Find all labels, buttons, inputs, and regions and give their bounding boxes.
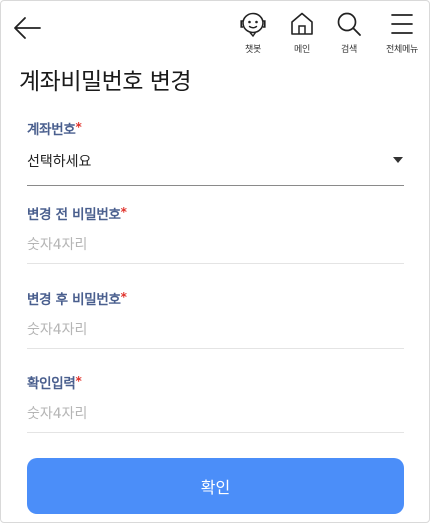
home-icon (291, 12, 313, 35)
main-label: 메인 (294, 45, 310, 55)
required-mark: * (75, 374, 82, 388)
confirm-password-field: 확인입력* (27, 372, 404, 433)
required-mark: * (75, 120, 82, 134)
search-button[interactable]: 검색 (324, 10, 374, 56)
confirm-password-input[interactable] (27, 406, 404, 433)
back-button[interactable] (12, 14, 44, 42)
confirm-password-label: 확인입력* (27, 372, 404, 392)
full-menu-button[interactable]: 전체메뉴 (377, 10, 427, 56)
page-title: 계좌비밀번호 변경 (19, 69, 192, 95)
old-password-field: 변경 전 비밀번호* (27, 203, 404, 264)
main-button[interactable]: 메인 (277, 10, 327, 56)
required-mark: * (120, 290, 127, 304)
account-field: 계좌번호* 선택하세요 (27, 118, 404, 186)
search-icon (337, 12, 361, 36)
account-label: 계좌번호* (27, 118, 404, 138)
required-mark: * (120, 205, 127, 219)
old-password-input[interactable] (27, 237, 404, 264)
account-select[interactable]: 선택하세요 (27, 151, 404, 186)
chatbot-label: 챗봇 (245, 45, 261, 55)
old-password-label: 변경 전 비밀번호* (27, 203, 404, 223)
new-password-label: 변경 후 비밀번호* (27, 288, 404, 308)
new-password-field: 변경 후 비밀번호* (27, 288, 404, 349)
confirm-button[interactable]: 확인 (27, 458, 404, 514)
full-menu-label: 전체메뉴 (386, 45, 418, 55)
confirm-password-label-text: 확인입력 (27, 376, 76, 392)
new-password-input[interactable] (27, 322, 404, 349)
chatbot-icon (240, 12, 266, 38)
account-select-value: 선택하세요 (27, 154, 92, 170)
arrow-left-icon (14, 17, 41, 39)
caret-down-icon (393, 157, 403, 163)
hamburger-menu-icon (391, 14, 413, 34)
account-label-text: 계좌번호 (27, 122, 76, 138)
search-label: 검색 (341, 45, 357, 55)
new-password-label-text: 변경 후 비밀번호 (27, 292, 121, 308)
chatbot-button[interactable]: 챗봇 (228, 10, 278, 56)
old-password-label-text: 변경 전 비밀번호 (27, 207, 121, 223)
